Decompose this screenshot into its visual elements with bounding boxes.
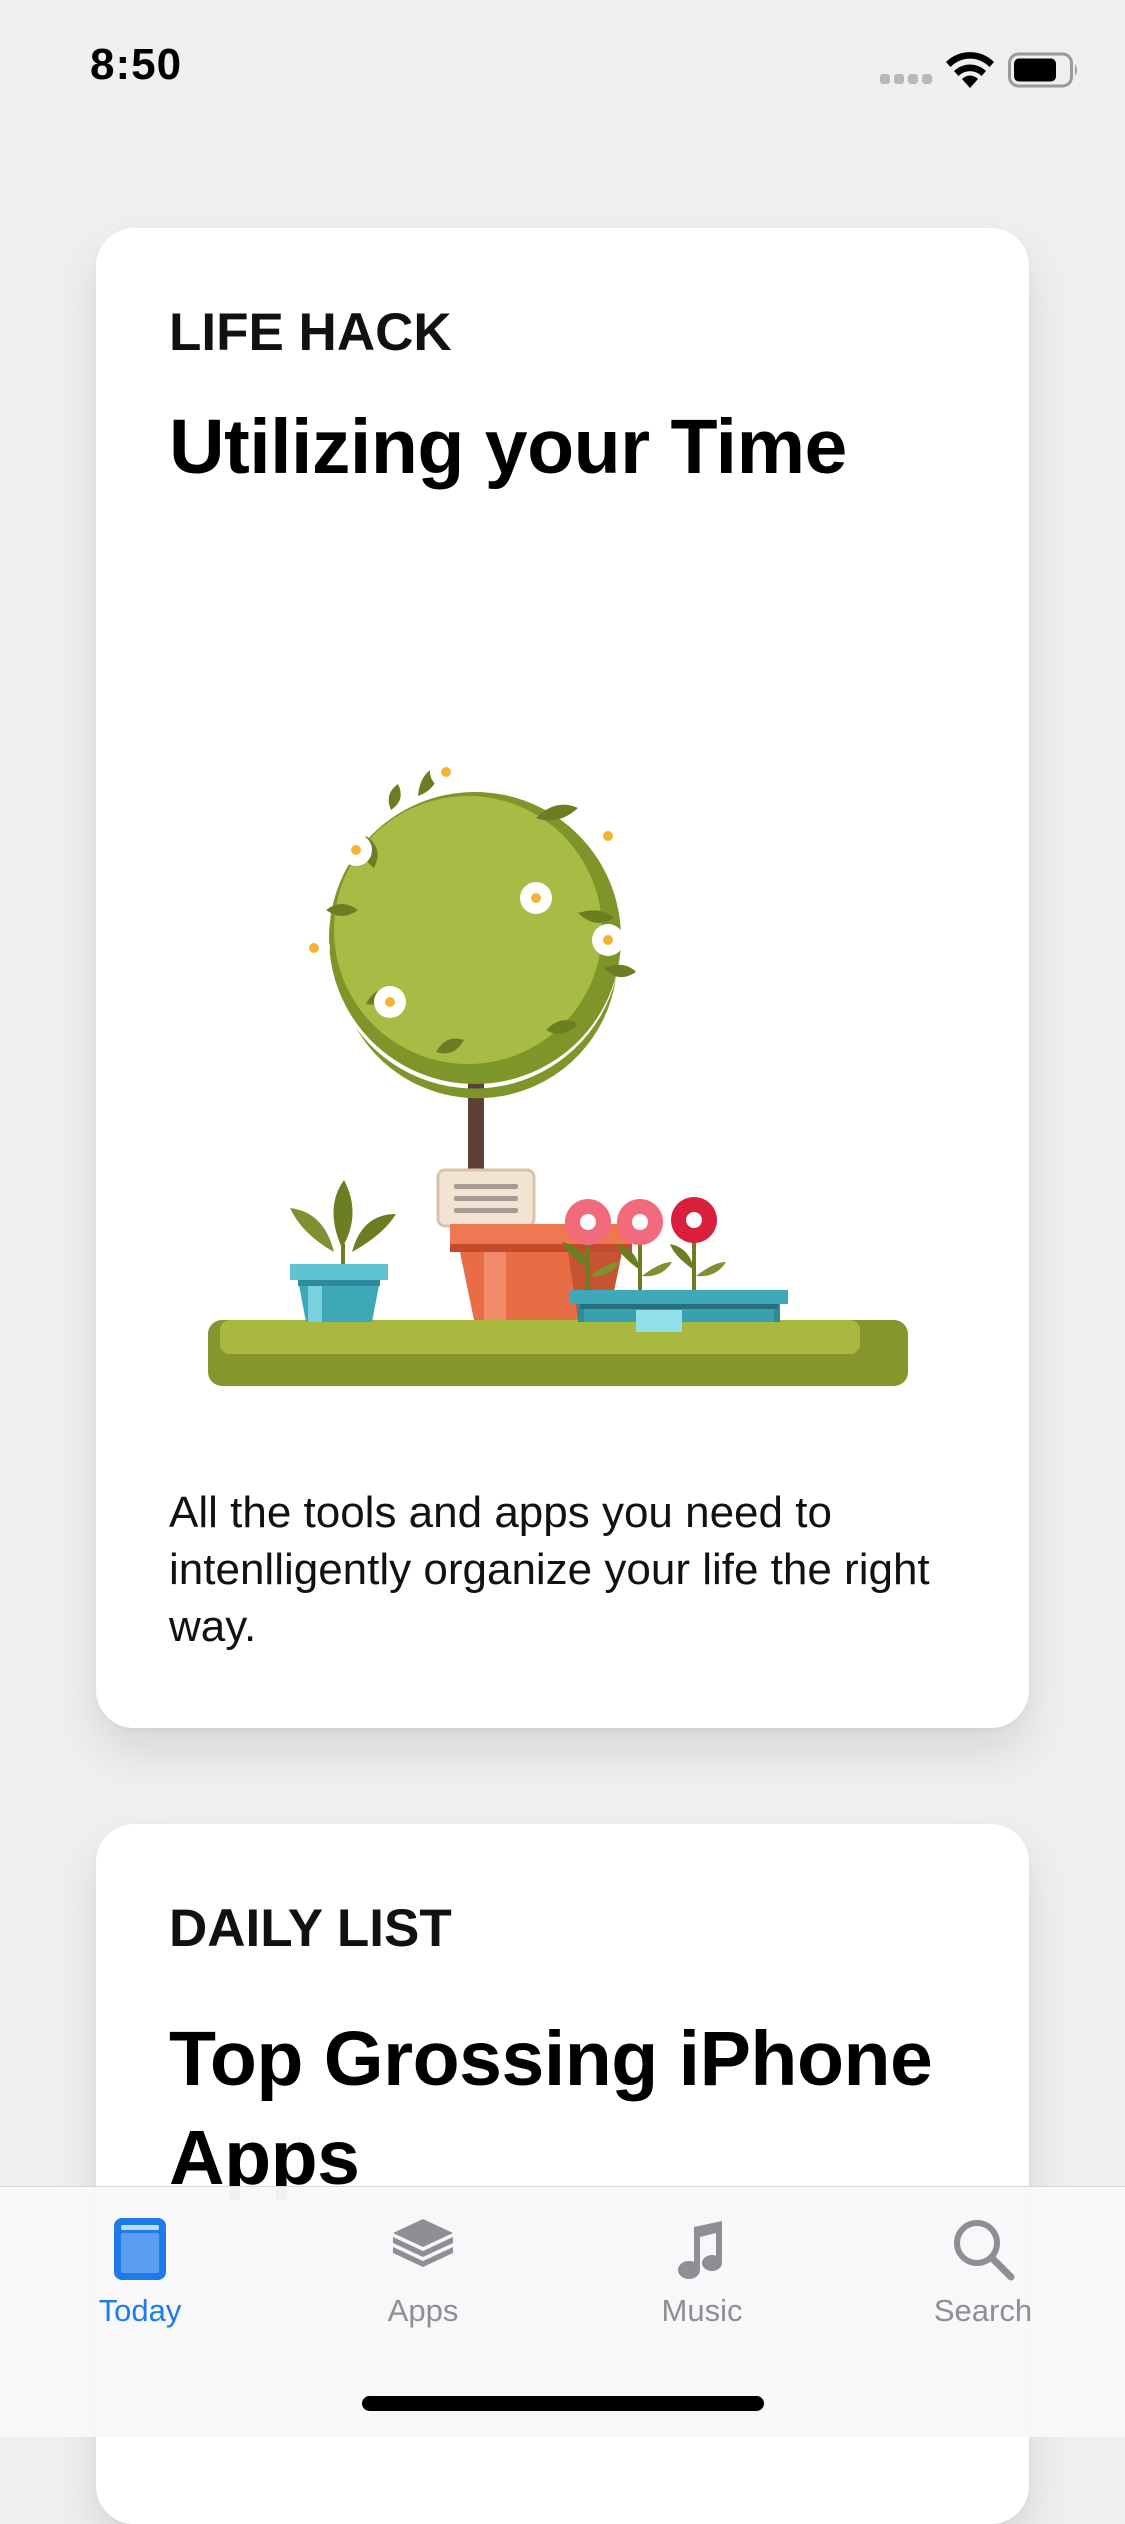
tab-label: Today <box>98 2293 182 2328</box>
tab-label: Search <box>933 2293 1033 2328</box>
home-indicator[interactable] <box>362 2396 764 2411</box>
potted-plants-illustration <box>208 756 908 1386</box>
apps-stack-icon <box>393 2219 453 2267</box>
music-note-icon <box>678 2221 722 2279</box>
status-time: 8:50 <box>90 40 183 89</box>
card-title: Top Grossing iPhone Apps <box>169 2016 933 2201</box>
battery-icon <box>1008 52 1077 88</box>
tab-search[interactable]: Search <box>883 2187 1083 2367</box>
story-card-life-hack[interactable]: LIFE HACK Utilizing your Time All the to… <box>96 228 1029 1728</box>
card-title: Utilizing your Time <box>169 404 847 490</box>
tab-music[interactable]: Music <box>602 2187 802 2367</box>
status-bar: 8:50 <box>0 0 1125 140</box>
card-eyebrow: DAILY LIST <box>169 1899 452 1958</box>
tab-apps[interactable]: Apps <box>323 2187 523 2367</box>
tab-label: Music <box>661 2293 743 2328</box>
today-icon <box>114 2218 166 2280</box>
search-icon <box>954 2220 1015 2281</box>
card-eyebrow: LIFE HACK <box>169 303 452 362</box>
card-description: All the tools and apps you need to inten… <box>169 1488 930 1651</box>
tab-today[interactable]: Today <box>40 2187 240 2367</box>
cellular-signal-icon <box>880 74 934 84</box>
wifi-icon <box>946 52 994 88</box>
tab-label: Apps <box>387 2293 459 2328</box>
